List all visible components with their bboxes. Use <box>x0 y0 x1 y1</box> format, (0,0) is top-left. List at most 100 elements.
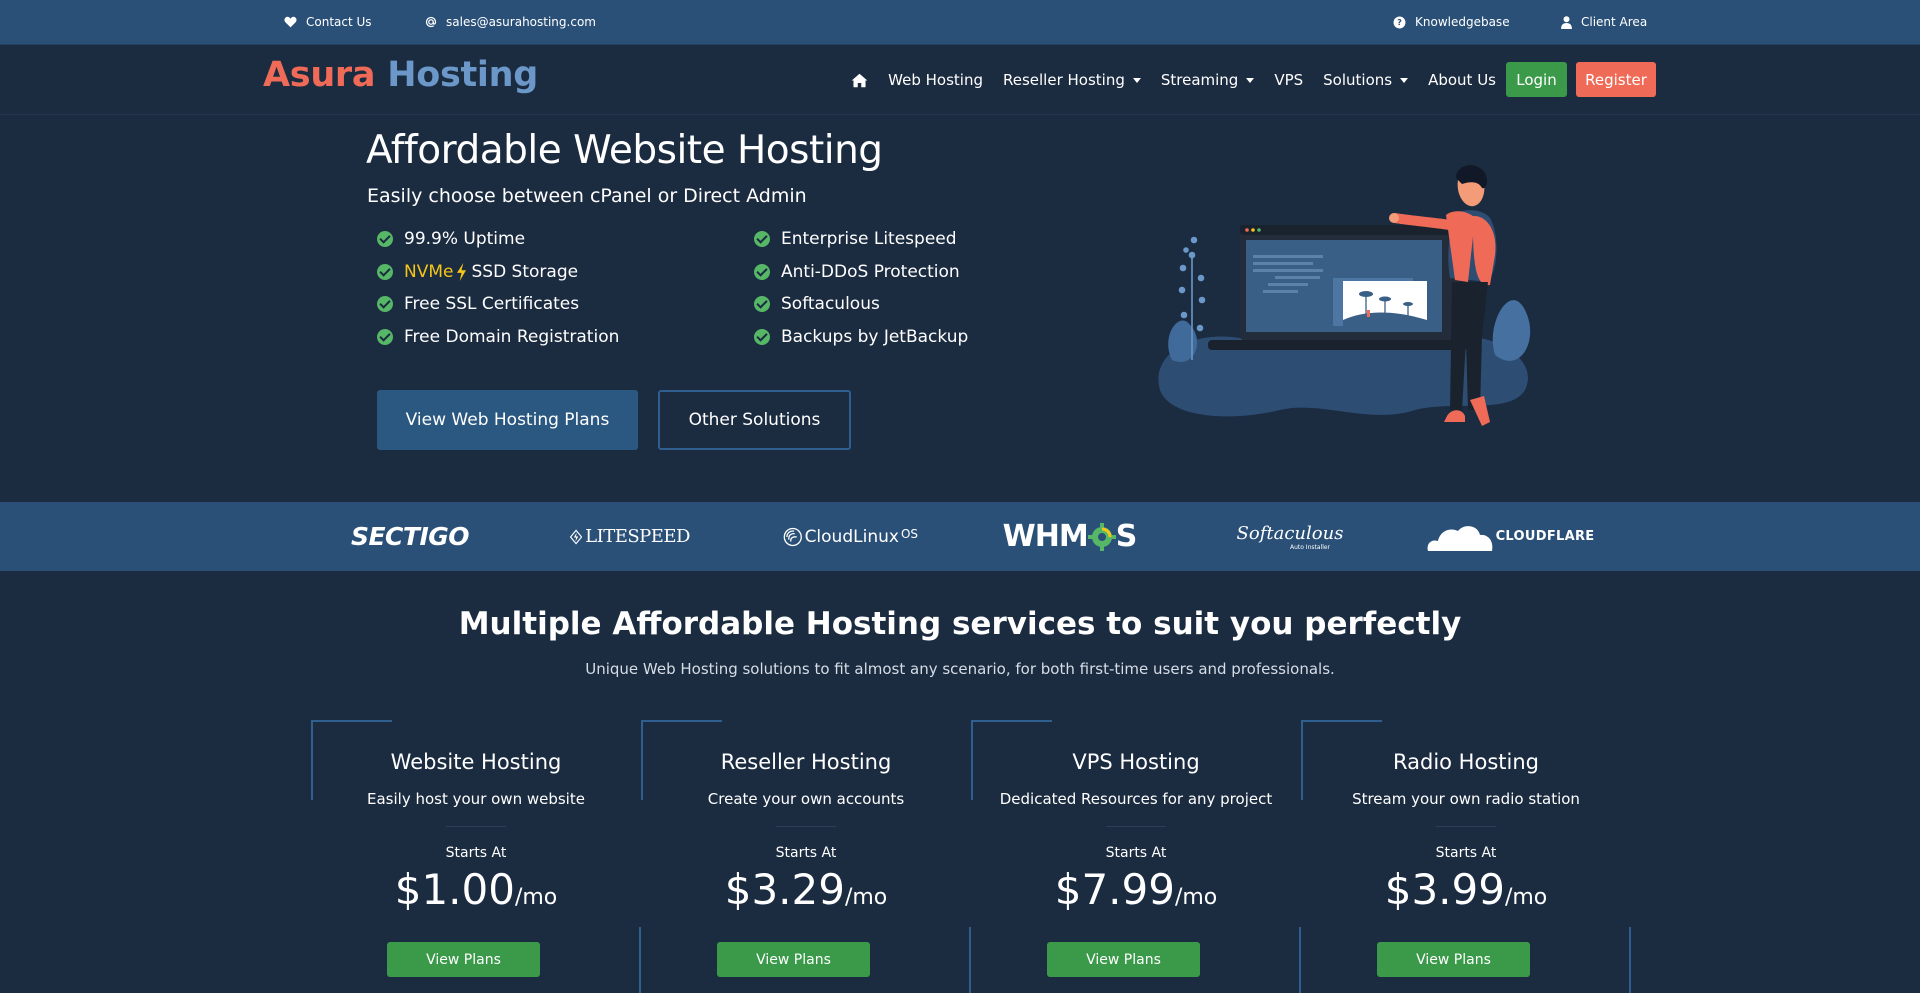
feature-label: Softaculous <box>781 294 880 314</box>
client-area-link[interactable]: Client Area <box>1561 0 1647 44</box>
view-web-hosting-plans-button[interactable]: View Web Hosting Plans <box>377 390 638 450</box>
feature-item: 99.9% Uptime <box>377 228 525 250</box>
cloudlinux-icon <box>783 527 802 546</box>
feature-item: Softaculous <box>754 293 880 315</box>
card-starts-at: Starts At <box>775 845 837 861</box>
nav-streaming[interactable]: Streaming <box>1160 71 1255 89</box>
nav-web-hosting-label: Web Hosting <box>888 71 983 89</box>
chevron-down-icon <box>1400 77 1409 83</box>
card-price-value: $3.29 <box>724 865 845 914</box>
litespeed-icon <box>570 529 583 544</box>
nav-streaming-label: Streaming <box>1160 71 1239 89</box>
site-logo[interactable]: Asura Hosting <box>263 55 538 95</box>
card-price: $7.99/mo <box>971 865 1301 914</box>
cloudflare-text: CLOUDFLARE <box>1495 529 1595 544</box>
service-card-vps: VPS Hosting Dedicated Resources for any … <box>971 720 1301 993</box>
user-icon <box>1561 15 1572 29</box>
nav-web-hosting[interactable]: Web Hosting <box>888 71 983 89</box>
softaculous-text: Softaculous <box>1236 522 1344 544</box>
nav-reseller-hosting-label: Reseller Hosting <box>1002 71 1125 89</box>
card-price-value: $3.99 <box>1384 865 1505 914</box>
card-divider <box>1436 826 1496 827</box>
card-desc: Create your own accounts <box>707 790 905 808</box>
card-price: $1.00/mo <box>311 865 641 914</box>
card-price: $3.99/mo <box>1301 865 1631 914</box>
logo-part-asura: Asura <box>263 55 376 95</box>
card-price-unit: /mo <box>844 885 888 910</box>
sectigo-text: SECTIGO <box>350 522 470 551</box>
feature-item: Anti-DDoS Protection <box>754 261 960 283</box>
check-circle-icon <box>754 296 770 312</box>
cloudlinux-logo: CloudLinux OS <box>783 502 918 571</box>
service-card-website: Website Hosting Easily host your own web… <box>311 720 641 993</box>
feature-label: SSD Storage <box>471 262 579 282</box>
card-price-unit: /mo <box>514 885 558 910</box>
chevron-down-icon <box>1132 77 1141 83</box>
top-bar: Contact Us sales@asurahosting.com ? Know… <box>0 0 1920 45</box>
feature-label: Backups by JetBackup <box>781 327 969 347</box>
cloud-icon <box>1427 525 1492 551</box>
feature-item: Free Domain Registration <box>377 326 619 348</box>
nav-solutions[interactable]: Solutions <box>1323 71 1409 89</box>
contact-us-link[interactable]: Contact Us <box>284 0 372 44</box>
nav-links: Web Hosting Reseller Hosting Streaming V… <box>831 45 1496 115</box>
card-desc: Easily host your own website <box>367 790 585 808</box>
services-title: Multiple Affordable Hosting services to … <box>0 606 1920 642</box>
card-price-unit: /mo <box>1174 885 1218 910</box>
knowledgebase-link[interactable]: ? Knowledgebase <box>1393 0 1510 44</box>
hero-subtitle: Easily choose between cPanel or Direct A… <box>367 185 807 207</box>
partner-logos: SECTIGO LITESPEED CloudLinux OS WHM S So… <box>0 502 1920 571</box>
logo-part-hosting: Hosting <box>387 55 538 95</box>
email-label: sales@asurahosting.com <box>446 15 596 29</box>
other-solutions-button[interactable]: Other Solutions <box>658 390 851 450</box>
home-icon <box>851 73 868 87</box>
nav-vps[interactable]: VPS <box>1274 71 1303 89</box>
login-button[interactable]: Login <box>1506 62 1567 97</box>
card-divider <box>1106 826 1166 827</box>
nav-about-us[interactable]: About Us <box>1428 71 1496 89</box>
view-plans-button[interactable]: View Plans <box>1377 942 1530 977</box>
services-subtitle: Unique Web Hosting solutions to fit almo… <box>585 660 1335 678</box>
service-card-radio: Radio Hosting Stream your own radio stat… <box>1301 720 1631 993</box>
services-title-pre: Multiple <box>458 606 602 642</box>
check-circle-icon <box>377 296 393 312</box>
card-price-unit: /mo <box>1504 885 1548 910</box>
card-name: Reseller Hosting <box>720 750 892 774</box>
whmcs-text-a: WHM <box>1002 519 1089 554</box>
feature-label: Free SSL Certificates <box>404 294 580 314</box>
cloudlinux-os-text: OS <box>900 526 918 541</box>
check-circle-icon <box>377 264 393 280</box>
feature-label: Anti-DDoS Protection <box>781 262 960 282</box>
softaculous-logo: Softaculous Auto Installer <box>1230 502 1350 571</box>
svg-text:?: ? <box>1397 17 1402 27</box>
card-price: $3.29/mo <box>641 865 971 914</box>
register-button[interactable]: Register <box>1576 62 1656 97</box>
services-title-post: Hosting services to suit you perfectly <box>805 606 1462 642</box>
cloudflare-logo: CLOUDFLARE <box>1420 502 1600 571</box>
nav-vps-label: VPS <box>1274 71 1304 89</box>
contact-us-label: Contact Us <box>306 15 372 29</box>
lightning-bolt-icon <box>457 263 467 281</box>
nav-reseller-hosting[interactable]: Reseller Hosting <box>1003 71 1141 89</box>
card-divider <box>776 826 836 827</box>
view-plans-button[interactable]: View Plans <box>387 942 540 977</box>
check-circle-icon <box>754 329 770 345</box>
card-starts-at: Starts At <box>1105 845 1167 861</box>
knowledgebase-label: Knowledgebase <box>1415 15 1510 29</box>
card-price-value: $1.00 <box>394 865 515 914</box>
check-circle-icon <box>377 231 393 247</box>
sectigo-logo: SECTIGO <box>350 502 470 571</box>
gear-icon <box>1087 522 1116 551</box>
feature-label: Enterprise Litespeed <box>781 229 957 249</box>
card-desc: Stream your own radio station <box>1352 790 1580 808</box>
at-icon <box>425 16 437 28</box>
card-starts-at: Starts At <box>1435 845 1497 861</box>
view-plans-button[interactable]: View Plans <box>717 942 870 977</box>
question-circle-icon: ? <box>1393 16 1406 28</box>
litespeed-logo: LITESPEED <box>570 502 690 571</box>
feature-item: NVMe SSD Storage <box>377 261 578 283</box>
feature-item: Backups by JetBackup <box>754 326 968 348</box>
view-plans-button[interactable]: View Plans <box>1047 942 1200 977</box>
email-link[interactable]: sales@asurahosting.com <box>425 0 596 44</box>
home-link[interactable] <box>851 73 868 88</box>
